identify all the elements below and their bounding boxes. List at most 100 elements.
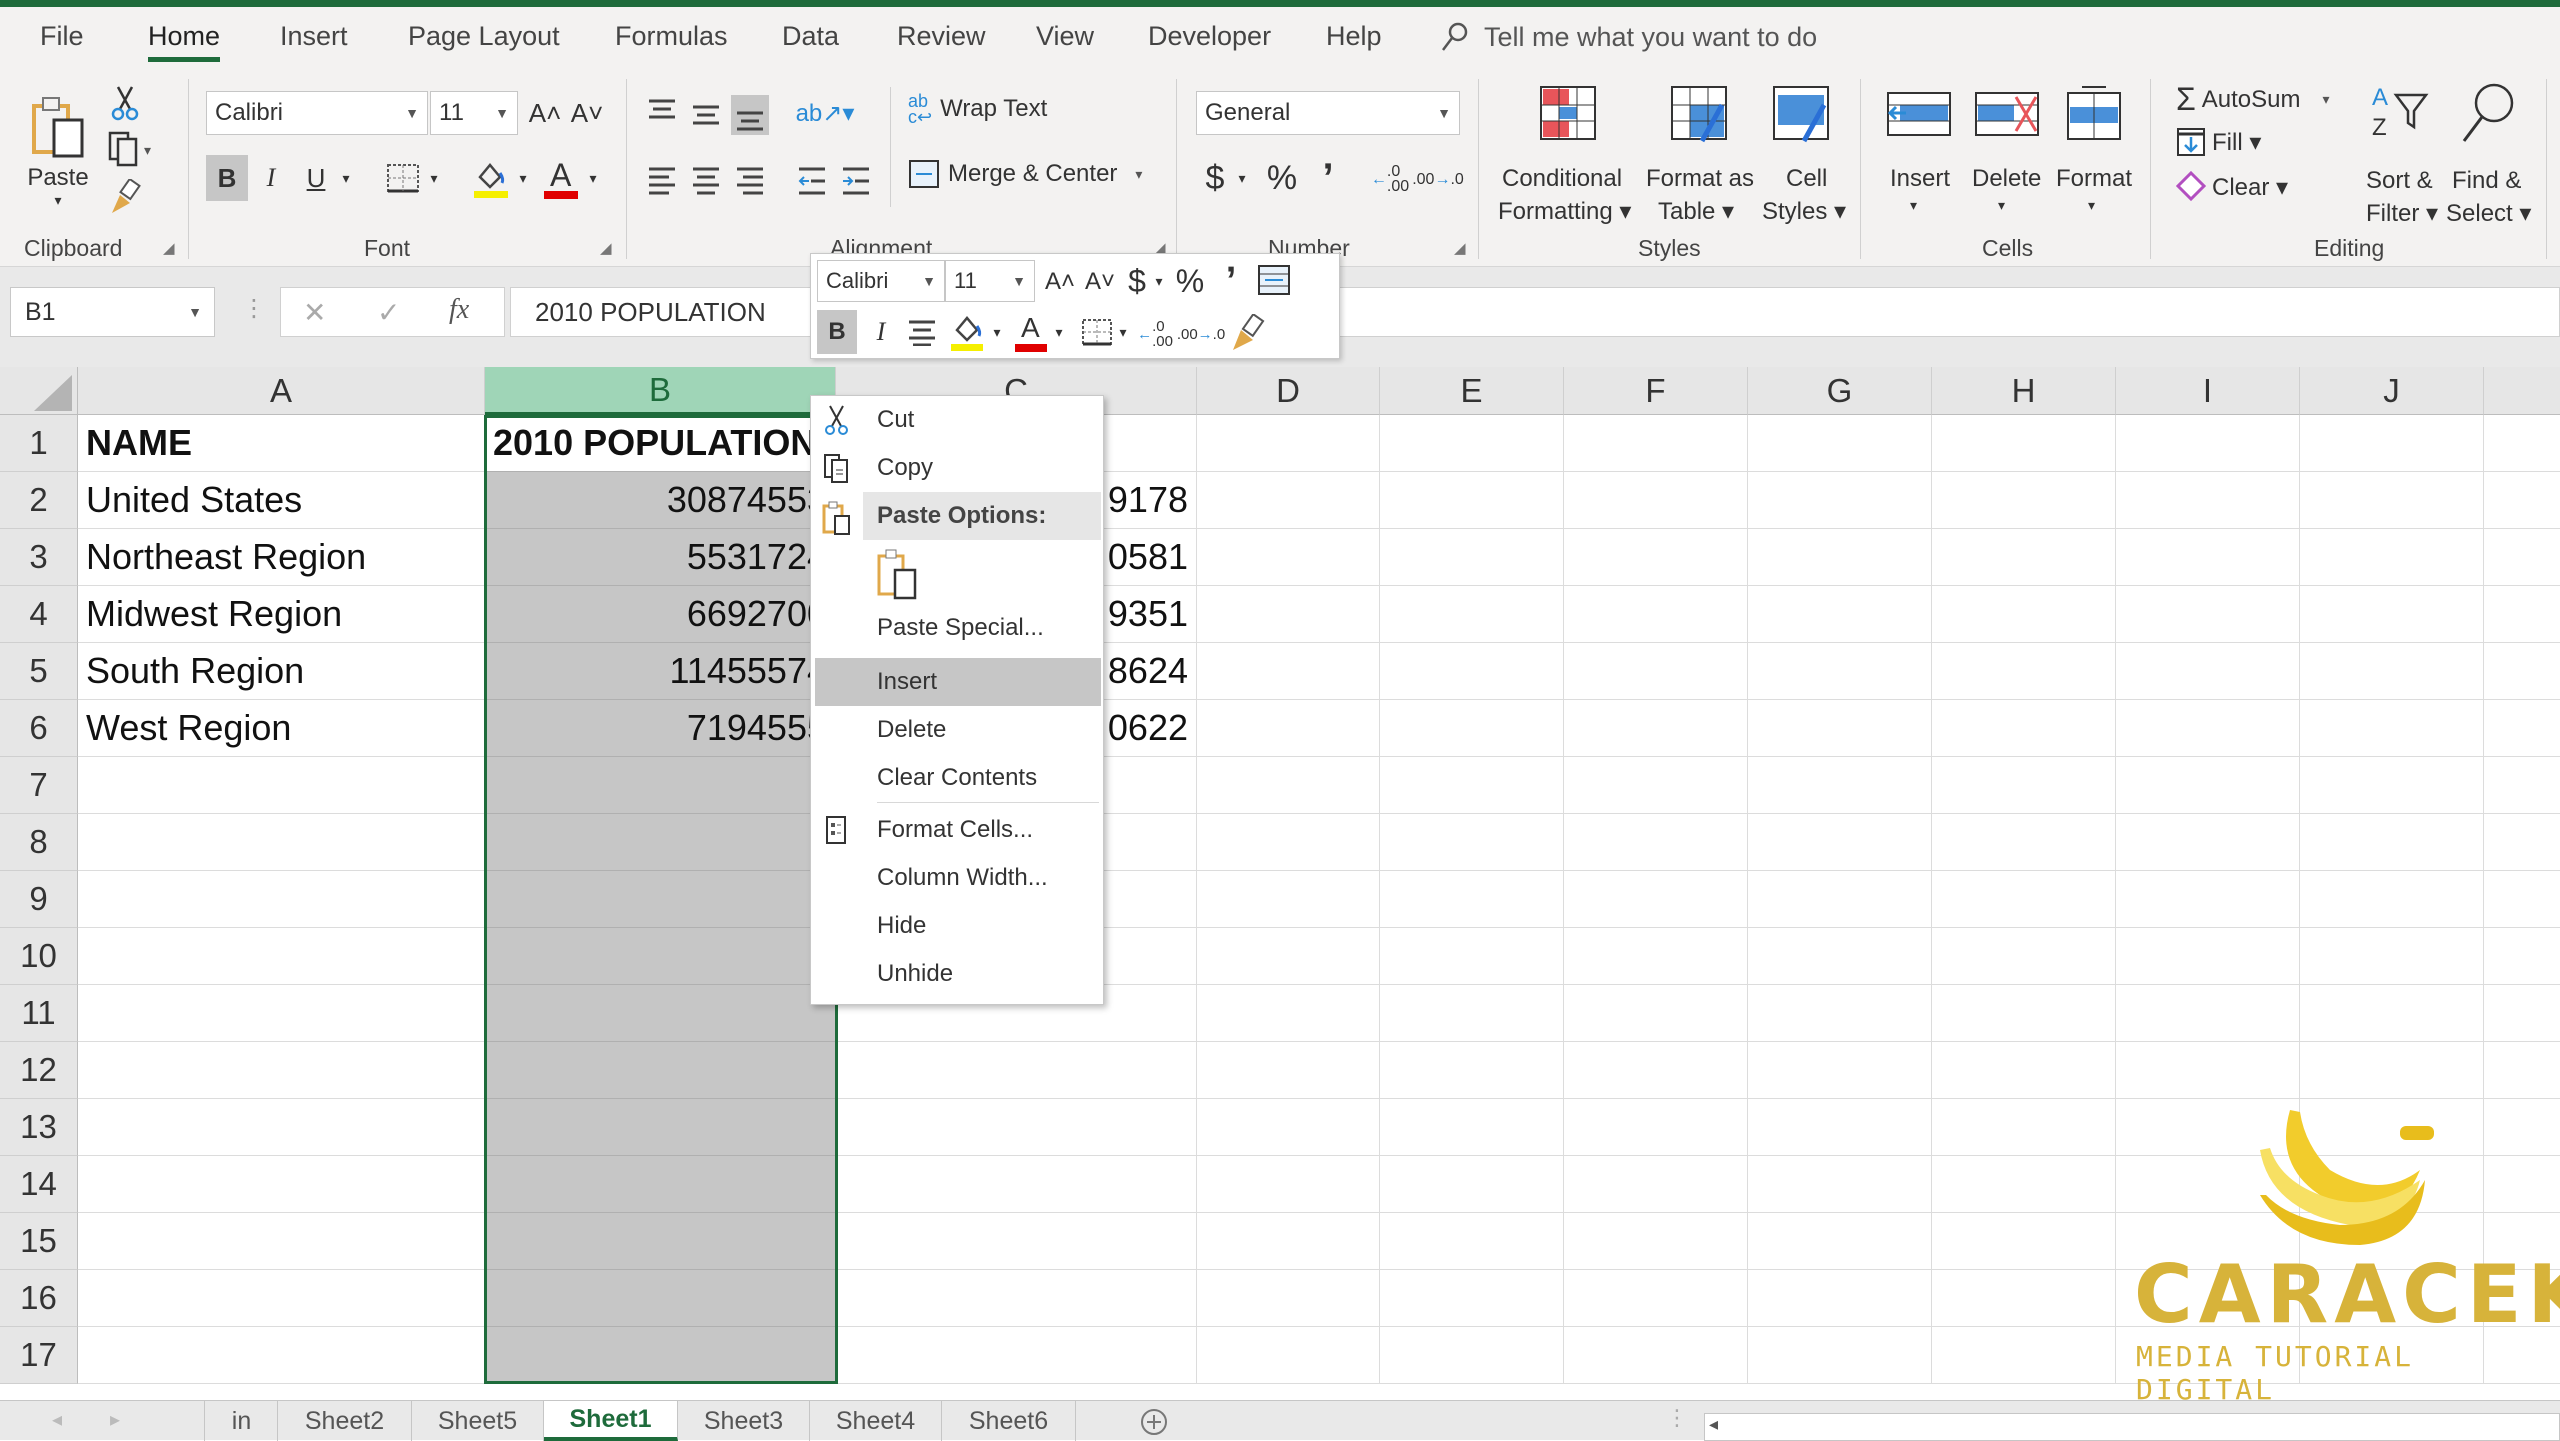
cell-B1[interactable]: 2010 POPULATION: [485, 415, 836, 472]
tab-file[interactable]: File: [40, 21, 84, 52]
cell-J11[interactable]: [2300, 985, 2484, 1042]
fill-color-dropdown[interactable]: ▾: [514, 155, 532, 201]
autosum-button[interactable]: Σ AutoSum ▾: [2176, 81, 2330, 118]
cell-B17[interactable]: [485, 1327, 836, 1384]
cell-D7[interactable]: [1197, 757, 1380, 814]
cell-D2[interactable]: [1197, 472, 1380, 529]
cell-I6[interactable]: [2116, 700, 2300, 757]
cell-F8[interactable]: [1564, 814, 1748, 871]
menu-item-cut[interactable]: Cut: [811, 396, 1103, 444]
tab-review[interactable]: Review: [897, 21, 986, 52]
row-header-12[interactable]: 12: [0, 1042, 78, 1099]
mini-center-align-icon[interactable]: [907, 318, 937, 346]
borders-icon[interactable]: [386, 163, 422, 195]
tab-view[interactable]: View: [1036, 21, 1094, 52]
column-header-d[interactable]: D: [1197, 367, 1380, 415]
cell-F14[interactable]: [1564, 1156, 1748, 1213]
menu-item-clear-contents[interactable]: Clear Contents: [811, 754, 1103, 802]
cell-C16[interactable]: [836, 1270, 1197, 1327]
cell-I11[interactable]: [2116, 985, 2300, 1042]
cell-E1[interactable]: [1380, 415, 1564, 472]
mini-percent-button[interactable]: %: [1171, 260, 1209, 302]
cell-G1[interactable]: [1748, 415, 1932, 472]
cell-K3[interactable]: [2484, 529, 2560, 586]
decrease-font-size-button[interactable]: A˅: [570, 93, 604, 133]
cell-E15[interactable]: [1380, 1213, 1564, 1270]
cell-A15[interactable]: [78, 1213, 485, 1270]
cell-G13[interactable]: [1748, 1099, 1932, 1156]
horizontal-scrollbar[interactable]: ◂: [1704, 1413, 2560, 1441]
cell-E9[interactable]: [1380, 871, 1564, 928]
row-header-9[interactable]: 9: [0, 871, 78, 928]
cell-A11[interactable]: [78, 985, 485, 1042]
scroll-left-arrow-icon[interactable]: ◂: [1709, 1414, 1718, 1435]
cell-B7[interactable]: [485, 757, 836, 814]
insert-cells-button[interactable]: Insert ▾: [1880, 85, 1960, 235]
tab-help[interactable]: Help: [1326, 21, 1382, 52]
add-sheet-icon[interactable]: [1138, 1407, 1170, 1437]
row-header-4[interactable]: 4: [0, 586, 78, 643]
cell-A17[interactable]: [78, 1327, 485, 1384]
cell-K2[interactable]: [2484, 472, 2560, 529]
cell-styles-button[interactable]: Cell Styles ▾: [1756, 85, 1848, 235]
cell-G16[interactable]: [1748, 1270, 1932, 1327]
cell-I4[interactable]: [2116, 586, 2300, 643]
sheet-tab-sheet1[interactable]: Sheet1: [544, 1401, 678, 1441]
cell-B14[interactable]: [485, 1156, 836, 1213]
bold-button[interactable]: B: [206, 155, 248, 201]
cell-I1[interactable]: [2116, 415, 2300, 472]
mini-grow-font-button[interactable]: A˄: [1043, 262, 1077, 302]
cell-F16[interactable]: [1564, 1270, 1748, 1327]
cell-H12[interactable]: [1932, 1042, 2116, 1099]
decrease-decimal-button[interactable]: .00 → .0: [1412, 159, 1464, 199]
menu-item-paste-special[interactable]: Paste Special...: [811, 604, 1103, 652]
font-size-combo[interactable]: 11 ▼: [430, 91, 518, 135]
tab-insert[interactable]: Insert: [280, 21, 348, 52]
menu-item-unhide[interactable]: Unhide: [811, 950, 1103, 998]
cell-F5[interactable]: [1564, 643, 1748, 700]
sheet-tab-in[interactable]: in: [206, 1401, 278, 1441]
select-all-button[interactable]: [0, 367, 78, 415]
copy-icon[interactable]: ▾: [108, 131, 156, 167]
cell-E3[interactable]: [1380, 529, 1564, 586]
cell-F12[interactable]: [1564, 1042, 1748, 1099]
cell-K4[interactable]: [2484, 586, 2560, 643]
sheet-tab-sheet2[interactable]: Sheet2: [278, 1401, 412, 1441]
cell-E13[interactable]: [1380, 1099, 1564, 1156]
cell-D17[interactable]: [1197, 1327, 1380, 1384]
cell-E16[interactable]: [1380, 1270, 1564, 1327]
cell-D10[interactable]: [1197, 928, 1380, 985]
increase-decimal-button[interactable]: ← .0.00: [1371, 159, 1409, 199]
cell-J9[interactable]: [2300, 871, 2484, 928]
cell-J8[interactable]: [2300, 814, 2484, 871]
currency-dropdown[interactable]: ▾: [1234, 155, 1250, 201]
mini-comma-button[interactable]: ’: [1219, 260, 1243, 302]
cell-J7[interactable]: [2300, 757, 2484, 814]
menu-item-format-cells[interactable]: Format Cells...: [811, 806, 1103, 854]
sheet-tab-sheet3[interactable]: Sheet3: [678, 1401, 810, 1441]
paste-option-keep-formatting-icon[interactable]: [875, 548, 919, 600]
format-cells-button[interactable]: Format ▾: [2050, 85, 2138, 235]
percent-button[interactable]: %: [1262, 155, 1302, 201]
cell-D8[interactable]: [1197, 814, 1380, 871]
cell-K10[interactable]: [2484, 928, 2560, 985]
tell-me-search[interactable]: Tell me what you want to do: [1440, 21, 1817, 53]
cell-B16[interactable]: [485, 1270, 836, 1327]
cell-D9[interactable]: [1197, 871, 1380, 928]
cell-H5[interactable]: [1932, 643, 2116, 700]
fill-button[interactable]: Fill ▾: [2176, 127, 2261, 157]
row-header-16[interactable]: 16: [0, 1270, 78, 1327]
cell-D6[interactable]: [1197, 700, 1380, 757]
cell-A1[interactable]: NAME: [78, 415, 485, 472]
column-header-h[interactable]: H: [1932, 367, 2116, 415]
mini-merge-center-icon[interactable]: [1257, 264, 1291, 296]
cell-F4[interactable]: [1564, 586, 1748, 643]
font-color-dropdown[interactable]: ▾: [584, 155, 602, 201]
cell-G17[interactable]: [1748, 1327, 1932, 1384]
cell-K11[interactable]: [2484, 985, 2560, 1042]
insert-function-icon[interactable]: fx: [449, 294, 469, 326]
format-as-table-button[interactable]: Format as Table ▾: [1640, 85, 1760, 235]
cell-D16[interactable]: [1197, 1270, 1380, 1327]
row-header-2[interactable]: 2: [0, 472, 78, 529]
cell-F13[interactable]: [1564, 1099, 1748, 1156]
